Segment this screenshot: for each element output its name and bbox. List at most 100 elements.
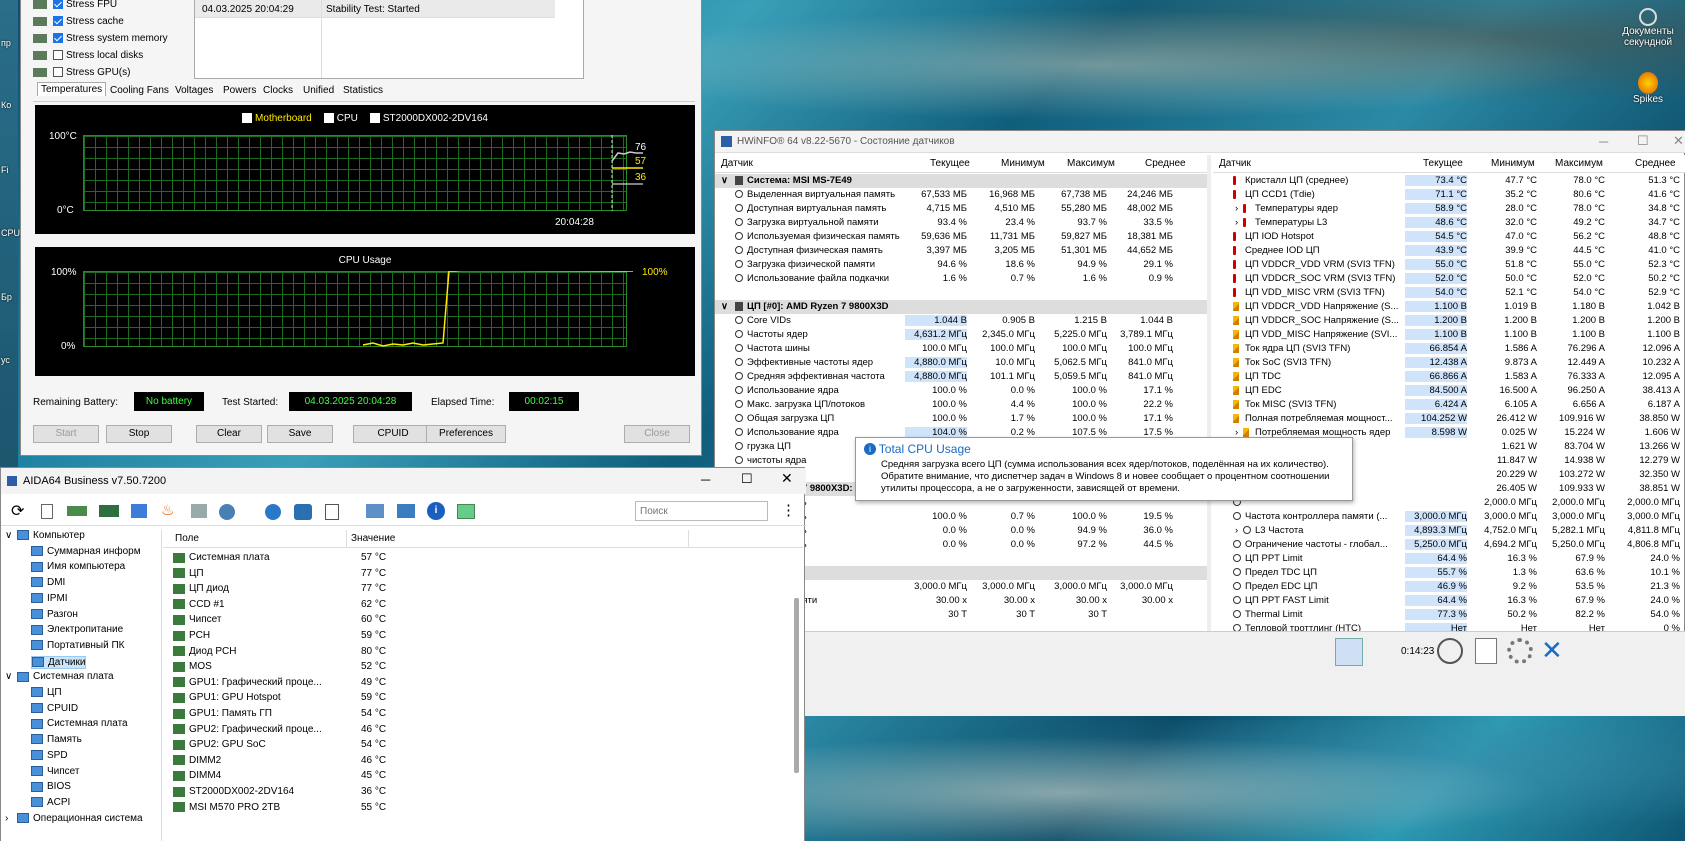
desktop-left-label[interactable]: пр — [1, 38, 11, 48]
sensor-row[interactable]: › L3 Частота 4,893.3 МГц 4,752.0 МГц 5,282.1… — [1213, 524, 1685, 538]
table-row[interactable]: Системная плата 57 °C — [173, 552, 473, 563]
sensor-row[interactable]: Ток ядра ЦП (SVI3 TFN) 66.854 A 1.586 A 76.… — [1213, 342, 1685, 356]
expand-icon[interactable]: › — [5, 813, 17, 824]
stress-checkbox[interactable] — [53, 67, 63, 78]
sensor-row[interactable]: Эффективные частоты ядер 4,880.0 МГц 10.0 … — [715, 356, 1211, 370]
col-max[interactable]: Максимум — [1555, 158, 1603, 169]
stress-option-1[interactable]: Stress cache — [33, 16, 193, 32]
col-sensor[interactable]: Датчик — [721, 158, 753, 169]
close-icon[interactable]: ✕ — [781, 470, 793, 487]
tab-3[interactable]: Powers — [220, 84, 259, 97]
save-button[interactable]: Save — [267, 425, 333, 443]
tree-item[interactable]: Имя компьютера — [31, 561, 125, 572]
sensor-row[interactable]: Ограничение частоты - глобал... 5,250.0 М… — [1213, 538, 1685, 552]
sensor-row[interactable]: ЦП PPT Limit 64.4 % 16.3 % 67.9 % 24.0 % — [1213, 552, 1685, 566]
tree-item[interactable]: CPUID — [31, 703, 78, 714]
network-icon[interactable] — [1335, 638, 1363, 666]
sensor-row[interactable]: Ток SoC (SVI3 TFN) 12.438 A 9.873 A 12.449 … — [1213, 356, 1685, 370]
sensor-row[interactable]: Среднее IOD ЦП 43.9 °C 39.9 °C 44.5 °C 41.0 … — [1213, 244, 1685, 258]
sensor-row[interactable]: Загрузка виртуальной памяти 93.4 % 23.4 % 9… — [715, 216, 1211, 230]
table-row[interactable]: GPU2: GPU SoC 54 °C — [173, 739, 473, 750]
sensor-row[interactable]: Использование ядра 100.0 % 0.0 % 100.0 % 17.… — [715, 384, 1211, 398]
scrollbar[interactable] — [794, 598, 799, 773]
sensor-row[interactable]: ЦП PPT FAST Limit 64.4 % 16.3 % 67.9 % 24.0 … — [1213, 594, 1685, 608]
close-button[interactable]: Close — [624, 425, 690, 443]
benchmark-icon[interactable] — [265, 504, 281, 520]
sensor-row[interactable]: ЦП IOD Hotspot 54.5 °C 47.0 °C 56.2 °C 48.8 … — [1213, 230, 1685, 244]
tab-4[interactable]: Clocks — [260, 84, 296, 97]
minimize-icon[interactable]: ─ — [1599, 134, 1608, 149]
table-row[interactable]: ЦП диод 77 °C — [173, 583, 473, 594]
close-app-icon[interactable]: ✕ — [1541, 636, 1563, 664]
tree-item[interactable]: SPD — [31, 750, 68, 761]
sensor-row[interactable]: Частота шины 100.0 МГц 100.0 МГц 100.0 МГц 1… — [715, 342, 1211, 356]
stress-option-3[interactable]: Stress local disks — [33, 50, 193, 66]
sensor-row[interactable]: ЦП VDDCR_VDD Напряжение (S... 1.100 В 1.01… — [1213, 300, 1685, 314]
memory-icon[interactable] — [99, 505, 119, 517]
desktop-left-label[interactable]: ус — [1, 355, 10, 365]
tree-item[interactable]: › Операционная система — [5, 813, 143, 824]
sensor-row[interactable]: Кристалл ЦП (среднее) 73.4 °C 47.7 °C 78.0 … — [1213, 174, 1685, 188]
sensor-row[interactable]: ЦП VDDCR_SOC Напряжение (S... 1.200 В 1.20… — [1213, 314, 1685, 328]
cpuid-button[interactable]: CPUID — [353, 425, 433, 443]
table-row[interactable]: MOS 52 °C — [173, 661, 473, 672]
sensor-row[interactable]: Ток MISC (SVI3 TFN) 6.424 A 6.105 A 6.656 A… — [1213, 398, 1685, 412]
clock-icon[interactable] — [1437, 638, 1463, 664]
col-sensor[interactable]: Датчик — [1219, 158, 1251, 169]
table-row[interactable]: PCH 59 °C — [173, 630, 473, 641]
tree-item[interactable]: ACPI — [31, 797, 70, 808]
sensor-row[interactable]: ЦП VDDCR_SOC VRM (SVI3 TFN) 52.0 °C 50.0 °… — [1213, 272, 1685, 286]
tree-item[interactable]: Суммарная информ — [31, 546, 141, 557]
refresh-icon[interactable]: ⟳ — [11, 501, 24, 521]
clear-button[interactable]: Clear — [196, 425, 262, 443]
stopwatch-icon[interactable] — [325, 504, 339, 520]
table-row[interactable]: ЦП 77 °C — [173, 568, 473, 579]
collapse-icon[interactable]: ∨ — [721, 301, 728, 312]
col-current[interactable]: Текущее — [1423, 158, 1463, 169]
report-icon[interactable] — [1475, 638, 1497, 664]
table-row[interactable]: GPU1: GPU Hotspot 59 °C — [173, 692, 473, 703]
sensor-row[interactable]: ЦП TDC 66.866 A 1.583 A 76.333 A 12.095 A — [1213, 370, 1685, 384]
sensor-row[interactable]: ЦП VDD_MISC Напряжение (SVI... 1.100 В 1.1… — [1213, 328, 1685, 342]
sensor-row[interactable]: Предел EDC ЦП 46.9 % 9.2 % 53.5 % 21.3 % — [1213, 580, 1685, 594]
table-row[interactable]: GPU2: Графический проце... 46 °C — [173, 724, 473, 735]
tree-item[interactable]: BIOS — [31, 781, 71, 792]
tree-item[interactable]: IPMI — [31, 593, 68, 604]
tree-item[interactable]: Память — [31, 734, 82, 745]
tree-item[interactable]: Датчики — [31, 655, 87, 669]
stop-button[interactable]: Stop — [106, 425, 172, 443]
stress-option-4[interactable]: Stress GPU(s) — [33, 67, 193, 83]
sensor-row[interactable]: Макс. загрузка ЦП/потоков 100.0 % 4.4 % 100… — [715, 398, 1211, 412]
col-avg[interactable]: Среднее — [1145, 158, 1186, 169]
tree-item[interactable]: ∨ Компьютер — [5, 530, 85, 541]
table-row[interactable]: ST2000DX002-2DV164 36 °C — [173, 786, 473, 797]
table-row[interactable]: GPU1: Память ГП 54 °C — [173, 708, 473, 719]
expand-icon[interactable]: ∨ — [5, 671, 17, 682]
legend-item[interactable]: ST2000DX002-2DV164 — [369, 113, 488, 124]
database-icon[interactable] — [294, 504, 312, 520]
table-row[interactable]: DIMM2 46 °C — [173, 755, 473, 766]
sensor-row[interactable]: Полная потребляемая мощност... 104.252 W 2… — [1213, 412, 1685, 426]
expand-icon[interactable]: › — [1235, 203, 1238, 214]
preferences-button[interactable]: Preferences — [426, 425, 506, 443]
sensor-row[interactable]: › Температуры L3 48.6 °C 32.0 °C 49.2 °C 34.7… — [1213, 216, 1685, 230]
maximize-icon[interactable]: ☐ — [741, 471, 753, 487]
stress-checkbox[interactable] — [53, 33, 63, 44]
tab-0[interactable]: Temperatures — [37, 82, 107, 96]
expand-icon[interactable]: ∨ — [5, 530, 17, 541]
cpu-icon[interactable] — [131, 504, 147, 518]
sensor-row[interactable]: Thermal Limit 77.3 % 50.2 % 82.2 % 54.0 % — [1213, 608, 1685, 622]
monitor-icon[interactable] — [366, 504, 384, 518]
stress-option-0[interactable]: Stress FPU — [33, 0, 193, 15]
sensor-row[interactable]: Предел TDC ЦП 55.7 % 1.3 % 63.6 % 10.1 % — [1213, 566, 1685, 580]
sensor-group-row[interactable]: ∨ ЦП [#0]: AMD Ryzen 7 9800X3D — [715, 300, 1211, 314]
search-input[interactable] — [635, 501, 768, 521]
legend-checkbox[interactable] — [369, 113, 380, 124]
col-avg[interactable]: Среднее — [1635, 158, 1676, 169]
maximize-icon[interactable]: ☐ — [1637, 133, 1649, 149]
col-min[interactable]: Минимум — [1001, 158, 1045, 169]
tab-5[interactable]: Unified — [300, 84, 337, 97]
col-field[interactable]: Поле — [175, 533, 199, 544]
table-row[interactable]: MSI M570 PRO 2TB 55 °C — [173, 802, 473, 813]
tab-6[interactable]: Statistics — [340, 84, 386, 97]
